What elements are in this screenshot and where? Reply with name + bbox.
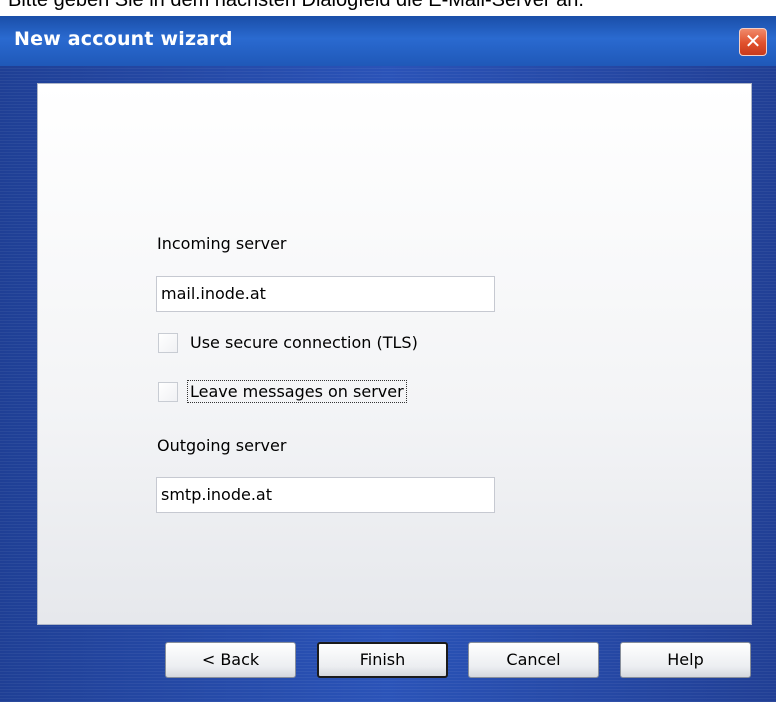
help-button[interactable]: Help [620,642,751,678]
cancel-button[interactable]: Cancel [468,642,599,678]
wizard-panel: Incoming server mail.inode.at Use secure… [38,84,751,624]
incoming-server-label: Incoming server [157,234,287,253]
leave-messages-checkbox[interactable] [158,382,178,402]
tls-checkbox-label[interactable]: Use secure connection (TLS) [188,332,420,353]
close-button[interactable]: ✕ [739,28,767,56]
close-icon: ✕ [744,29,762,53]
background-caption: Bitte geben Sie in dem nächsten Dialogfe… [8,0,584,11]
finish-button[interactable]: Finish [317,642,448,678]
back-button[interactable]: < Back [165,642,296,678]
wizard-window: New account wizard ✕ Incoming server mai… [0,16,776,702]
tls-checkbox[interactable] [158,333,178,353]
window-title: New account wizard [14,28,233,50]
title-bar[interactable]: New account wizard ✕ [0,16,776,66]
leave-messages-checkbox-label[interactable]: Leave messages on server [187,380,407,403]
outgoing-server-label: Outgoing server [157,436,287,455]
incoming-server-input[interactable]: mail.inode.at [156,276,495,312]
outgoing-server-input[interactable]: smtp.inode.at [156,477,495,513]
